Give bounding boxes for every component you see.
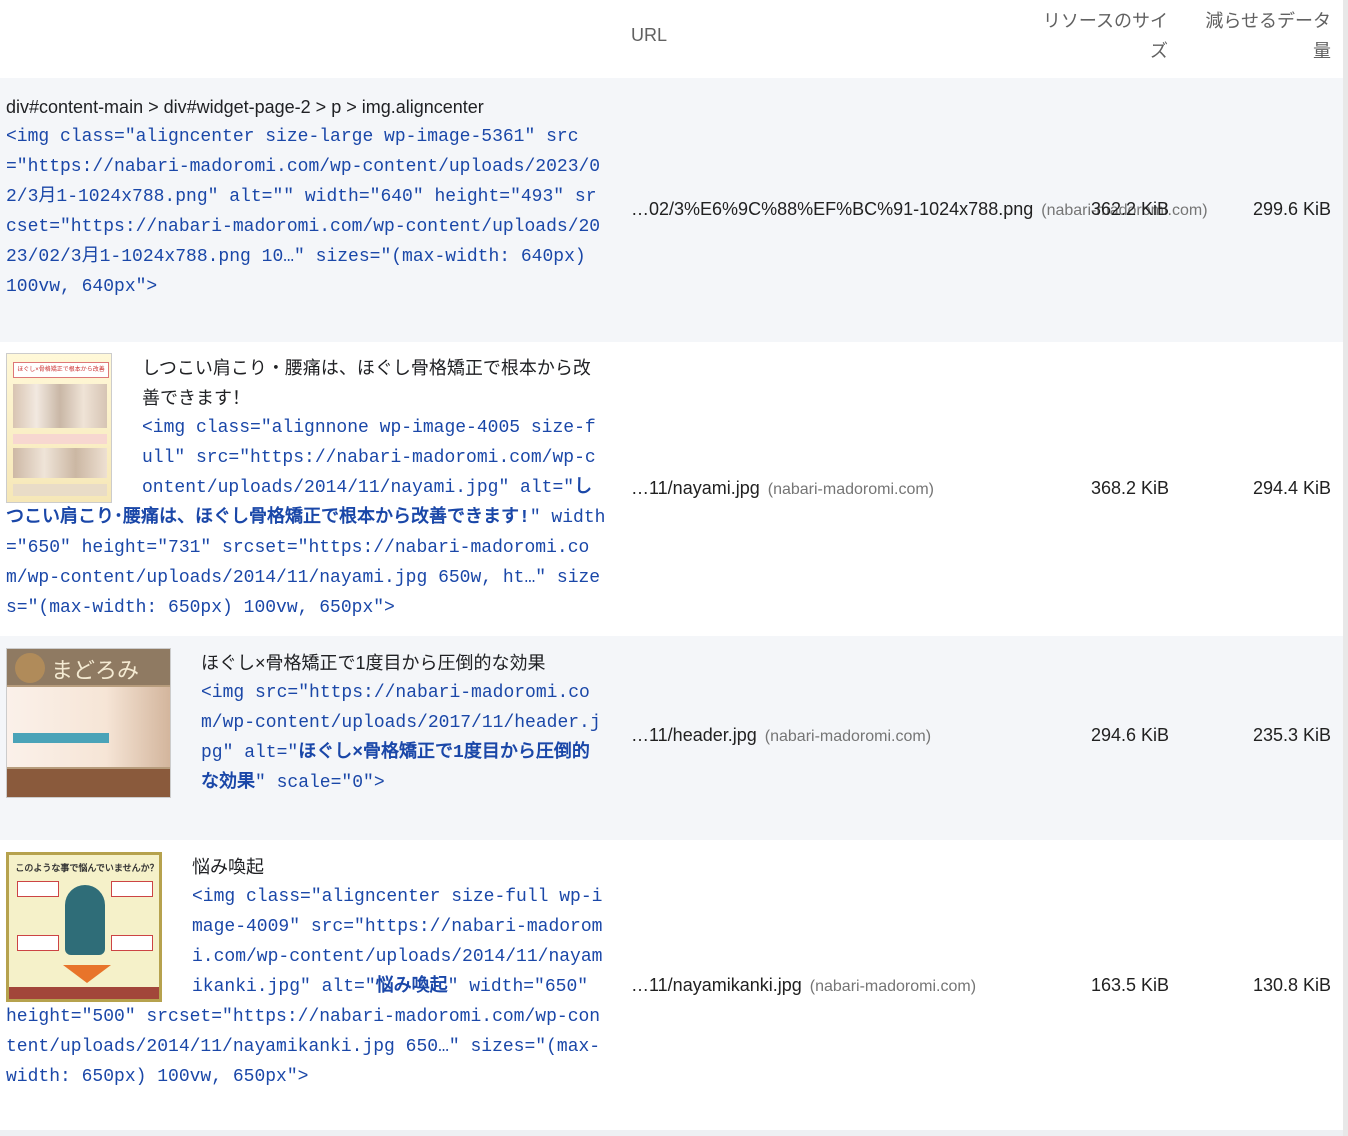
- url-path[interactable]: …11/nayami.jpg: [631, 478, 760, 498]
- thumbnail-logo: [15, 653, 45, 683]
- thumbnail-photo-strip: [13, 384, 107, 428]
- node-selector: div#content-main > div#widget-page-2 > p…: [6, 97, 484, 117]
- url-host: (nabari-madoromi.com): [767, 481, 934, 498]
- table-row[interactable]: ほぐし×骨格矯正で根本から改善 しつこい肩こり・腰痛は、ほぐし骨格矯正で根本から…: [0, 342, 1343, 636]
- code-part: <img class="alignnone wp-image-4005 size…: [142, 418, 596, 498]
- table-row[interactable]: このような事で悩んでいませんか？ 悩み喚起 <img class="alignc…: [0, 840, 1343, 1132]
- thumbnail-band: [13, 434, 107, 444]
- scrollbar[interactable]: [1343, 0, 1348, 1136]
- node-thumbnail: このような事で悩んでいませんか？: [6, 852, 162, 1002]
- thumbnail-bottom-bar: [9, 987, 159, 999]
- savings-value: 130.8 KiB: [1252, 975, 1331, 995]
- thumbnail-callout: [17, 935, 59, 951]
- resource-url[interactable]: …11/nayami.jpg (nabari-madoromi.com): [631, 473, 934, 505]
- node-cell: div#content-main > div#widget-page-2 > p…: [6, 92, 606, 302]
- code-alt-text: 悩み喚起: [375, 977, 448, 997]
- next-row-edge: [0, 1130, 1343, 1136]
- node-thumbnail: ほぐし×骨格矯正で根本から改善: [6, 353, 112, 503]
- thumbnail-heading: ほぐし×骨格矯正で根本から改善: [13, 362, 109, 378]
- thumbnail-heading: このような事で悩んでいませんか？: [15, 863, 159, 873]
- table-row[interactable]: まどろみ ほぐし×骨格矯正で1度目から圧倒的な効果 <img src="http…: [0, 636, 1343, 840]
- thumbnail-photo-strip: [13, 448, 107, 478]
- savings-value: 294.4 KiB: [1252, 478, 1331, 498]
- savings-value: 299.6 KiB: [1252, 199, 1331, 219]
- thumbnail-heading: まどろみ: [51, 659, 140, 684]
- node-code-snippet: <img class="aligncenter size-large wp-im…: [6, 127, 601, 297]
- table-row[interactable]: div#content-main > div#widget-page-2 > p…: [0, 78, 1343, 342]
- node-cell: ほぐし×骨格矯正で根本から改善 しつこい肩こり・腰痛は、ほぐし骨格矯正で根本から…: [6, 353, 606, 623]
- resource-size-value: 368.2 KiB: [1090, 478, 1169, 498]
- node-cell: まどろみ ほぐし×骨格矯正で1度目から圧倒的な効果 <img src="http…: [6, 648, 606, 798]
- thumbnail-band: [13, 733, 109, 743]
- url-column-header: URL: [631, 25, 668, 45]
- url-path[interactable]: …02/3%E6%9C%88%EF%BC%91-1024x788.png: [631, 199, 1033, 219]
- code-part: " scale="0">: [255, 773, 385, 793]
- resource-size-value: 163.5 KiB: [1090, 975, 1169, 995]
- node-thumbnail: まどろみ: [6, 648, 171, 798]
- thumbnail-banner: [7, 687, 170, 767]
- url-host: (nabari-madoromi.com): [764, 728, 932, 745]
- url-path[interactable]: …11/header.jpg: [631, 725, 757, 745]
- resource-url[interactable]: …11/header.jpg (nabari-madoromi.com): [631, 720, 931, 752]
- node-cell: このような事で悩んでいませんか？ 悩み喚起 <img class="alignc…: [6, 852, 606, 1092]
- savings-value: 235.3 KiB: [1252, 725, 1331, 745]
- savings-column-header: 減らせるデータ量: [1205, 11, 1331, 61]
- down-arrow-icon: [63, 965, 111, 983]
- thumbnail-bottom-bar: [7, 769, 170, 797]
- url-path[interactable]: …11/nayamikanki.jpg: [631, 975, 802, 995]
- thumbnail-footer: [13, 484, 107, 496]
- thumbnail-figure: [65, 885, 105, 955]
- thumbnail-callout: [111, 935, 153, 951]
- resource-size-value: 294.6 KiB: [1090, 725, 1169, 745]
- opportunity-table: URL リソースのサイズ 減らせるデータ量 div#content-main >…: [0, 0, 1343, 1132]
- thumbnail-callout: [111, 881, 153, 897]
- url-host: (nabari-madoromi.com): [809, 978, 977, 995]
- resource-size-column-header: リソースのサイズ: [1042, 11, 1168, 61]
- resource-url[interactable]: …11/nayamikanki.jpg (nabari-madoromi.com): [631, 970, 976, 1002]
- thumbnail-callout: [17, 881, 59, 897]
- resource-size-value: 362.2 KiB: [1090, 199, 1169, 219]
- table-header: URL リソースのサイズ 減らせるデータ量: [0, 0, 1343, 78]
